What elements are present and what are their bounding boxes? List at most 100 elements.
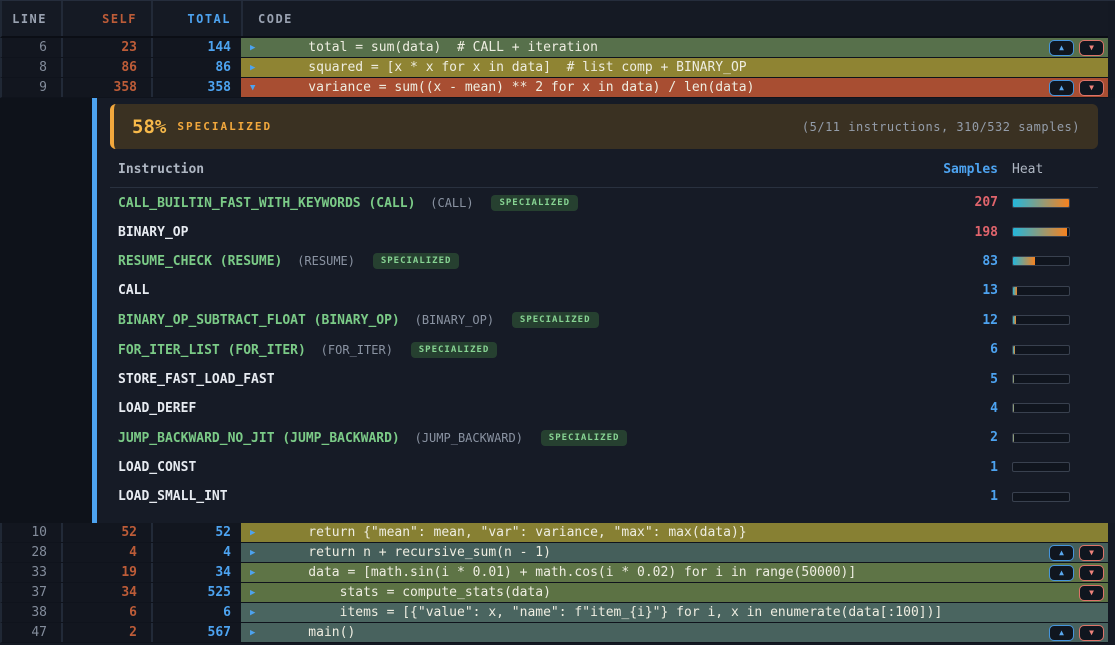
- table-header: LINE SELF TOTAL CODE: [0, 1, 1108, 38]
- instruction-row: LOAD_SMALL_INT 1: [110, 482, 1098, 511]
- instruction-base-opname: (BINARY_OP): [415, 313, 494, 327]
- instruction-table-header: Instruction Samples Heat: [110, 151, 1098, 188]
- instruction-samples: 1: [928, 489, 998, 504]
- total-sample-count: 525: [151, 583, 241, 602]
- jump-down-button[interactable]: ▼: [1079, 545, 1104, 561]
- jump-up-button[interactable]: ▲: [1049, 40, 1074, 56]
- column-header-line[interactable]: LINE: [2, 1, 61, 36]
- self-sample-count: 19: [61, 563, 151, 582]
- instruction-row: STORE_FAST_LOAD_FAST 5: [110, 364, 1098, 393]
- instruction-heat: [998, 256, 1098, 266]
- expander-icon[interactable]: ▶: [250, 548, 277, 558]
- specialized-badge: SPECIALIZED: [491, 195, 578, 211]
- instruction-opname: LOAD_DEREF: [118, 401, 196, 416]
- instruction-samples: 6: [928, 342, 998, 357]
- heat-bar-fill: [1013, 257, 1035, 265]
- column-header-samples: Samples: [928, 162, 998, 177]
- expander-icon[interactable]: ▶: [250, 568, 277, 578]
- code-line-row[interactable]: 33 19 34 ▶ data = [math.sin(i * 0.01) + …: [0, 563, 1108, 583]
- code-cell: ▶ return {"mean": mean, "var": variance,…: [241, 523, 1108, 542]
- specialization-summary-banner: 58% SPECIALIZED (5/11 instructions, 310/…: [110, 104, 1098, 149]
- expander-icon[interactable]: ▶: [250, 628, 277, 638]
- instruction-rows: CALL_BUILTIN_FAST_WITH_KEYWORDS (CALL) (…: [110, 188, 1098, 511]
- expander-icon[interactable]: ▶: [250, 528, 277, 538]
- instruction-opname: CALL: [118, 283, 149, 298]
- instruction-base-opname: (RESUME): [297, 254, 355, 268]
- instruction-heat: [998, 345, 1098, 355]
- heat-bar-track: [1012, 256, 1070, 266]
- instruction-heat: [998, 374, 1098, 384]
- jump-down-button[interactable]: ▼: [1079, 625, 1104, 641]
- instruction-opname: STORE_FAST_LOAD_FAST: [118, 372, 275, 387]
- instruction-heat: [998, 492, 1098, 502]
- total-sample-count: 567: [151, 623, 241, 642]
- jump-down-button[interactable]: ▼: [1079, 565, 1104, 581]
- jump-up-button[interactable]: ▲: [1049, 80, 1074, 96]
- instruction-name: BINARY_OP_SUBTRACT_FLOAT (BINARY_OP) (BI…: [118, 312, 928, 328]
- heat-bar-track: [1012, 345, 1070, 355]
- code-line-row[interactable]: 37 34 525 ▶ stats = compute_stats(data) …: [0, 583, 1108, 603]
- code-line-row[interactable]: 9 358 358 ▼ variance = sum((x - mean) **…: [0, 78, 1108, 98]
- code-line-row[interactable]: 28 4 4 ▶ return n + recursive_sum(n - 1)…: [0, 543, 1108, 563]
- profiler-view: LINE SELF TOTAL CODE 6 23 144 ▶ total = …: [0, 0, 1115, 645]
- line-number: 9: [2, 78, 61, 97]
- instruction-name: STORE_FAST_LOAD_FAST: [118, 372, 928, 387]
- column-header-self[interactable]: SELF: [61, 1, 151, 36]
- heat-bar-track: [1012, 198, 1070, 208]
- row-nav-buttons: ▲ ▼: [1049, 565, 1104, 581]
- code-line-row[interactable]: 10 52 52 ▶ return {"mean": mean, "var": …: [0, 523, 1108, 543]
- self-sample-count: 52: [61, 523, 151, 542]
- expander-icon[interactable]: ▼: [250, 83, 277, 93]
- code-text: items = [{"value": x, "name": f"item_{i}…: [277, 605, 942, 620]
- expander-icon[interactable]: ▶: [250, 43, 277, 53]
- jump-down-button[interactable]: ▼: [1079, 40, 1104, 56]
- heat-bar-fill: [1013, 316, 1016, 324]
- instruction-samples: 83: [928, 254, 998, 269]
- code-cell: ▶ stats = compute_stats(data) ▼: [241, 583, 1108, 602]
- line-number: 28: [2, 543, 61, 562]
- instruction-row: LOAD_CONST 1: [110, 453, 1098, 482]
- instruction-opname: JUMP_BACKWARD_NO_JIT (JUMP_BACKWARD): [118, 431, 400, 446]
- instruction-base-opname: (CALL): [430, 196, 473, 210]
- jump-down-button[interactable]: ▼: [1079, 585, 1104, 601]
- code-rows-below: 10 52 52 ▶ return {"mean": mean, "var": …: [0, 523, 1115, 643]
- code-cell: ▼ variance = sum((x - mean) ** 2 for x i…: [241, 78, 1108, 97]
- expander-icon[interactable]: ▶: [250, 588, 277, 598]
- code-line-row[interactable]: 8 86 86 ▶ squared = [x * x for x in data…: [0, 58, 1108, 78]
- line-number: 38: [2, 603, 61, 622]
- line-number: 8: [2, 58, 61, 77]
- instruction-heat: [998, 433, 1098, 443]
- instruction-row: CALL 13: [110, 276, 1098, 305]
- column-header-instruction: Instruction: [118, 162, 928, 177]
- code-text: squared = [x * x for x in data] # list c…: [277, 60, 747, 75]
- column-header-total[interactable]: TOTAL: [151, 1, 241, 36]
- code-line-row[interactable]: 38 6 6 ▶ items = [{"value": x, "name": f…: [0, 603, 1108, 623]
- heat-bar-track: [1012, 403, 1070, 413]
- self-sample-count: 23: [61, 38, 151, 57]
- specialized-percent: 58%: [132, 116, 166, 138]
- panel-gutter: [0, 98, 92, 523]
- self-sample-count: 4: [61, 543, 151, 562]
- heat-bar-fill: [1013, 404, 1014, 412]
- instruction-opname: LOAD_SMALL_INT: [118, 489, 228, 504]
- instruction-samples: 5: [928, 372, 998, 387]
- code-line-row[interactable]: 6 23 144 ▶ total = sum(data) # CALL + it…: [0, 38, 1108, 58]
- column-header-code[interactable]: CODE: [241, 1, 1108, 36]
- code-line-row[interactable]: 47 2 567 ▶ main() ▲ ▼: [0, 623, 1108, 643]
- jump-up-button[interactable]: ▲: [1049, 625, 1074, 641]
- instruction-heat: [998, 315, 1098, 325]
- code-text: stats = compute_stats(data): [277, 585, 551, 600]
- code-text: variance = sum((x - mean) ** 2 for x in …: [277, 80, 754, 95]
- expander-icon[interactable]: ▶: [250, 63, 277, 73]
- jump-down-button[interactable]: ▼: [1079, 80, 1104, 96]
- code-cell: ▶ return n + recursive_sum(n - 1) ▲ ▼: [241, 543, 1108, 562]
- expander-icon[interactable]: ▶: [250, 608, 277, 618]
- heat-bar-fill: [1013, 346, 1015, 354]
- heat-bar-track: [1012, 462, 1070, 472]
- instruction-row: JUMP_BACKWARD_NO_JIT (JUMP_BACKWARD) (JU…: [110, 423, 1098, 452]
- total-sample-count: 358: [151, 78, 241, 97]
- self-sample-count: 358: [61, 78, 151, 97]
- jump-up-button[interactable]: ▲: [1049, 565, 1074, 581]
- instruction-samples: 1: [928, 460, 998, 475]
- jump-up-button[interactable]: ▲: [1049, 545, 1074, 561]
